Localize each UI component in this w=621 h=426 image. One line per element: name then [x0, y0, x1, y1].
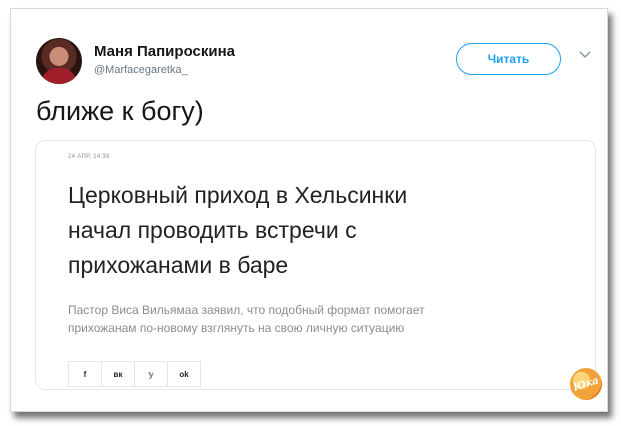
avatar[interactable]	[36, 38, 82, 84]
follow-button[interactable]: Читать	[456, 43, 561, 75]
twitter-icon[interactable]: 𝕪	[134, 361, 168, 387]
author-handle[interactable]: @Marfacegaretka_	[94, 64, 188, 76]
article-date: 24 АПР, 14:38	[68, 154, 110, 160]
article-title[interactable]: Церковный приход в Хельсинки начал прово…	[68, 178, 538, 283]
author-display-name[interactable]: Маня Папироскина	[94, 43, 235, 60]
share-buttons: f вк 𝕪 ok	[68, 361, 201, 387]
share-label-ok: ok	[179, 369, 189, 379]
odnoklassniki-icon[interactable]: ok	[167, 361, 201, 387]
avatar-clothing	[42, 68, 76, 84]
article-lead: Пастор Виса Вильямаа заявил, что подобны…	[68, 303, 425, 335]
share-label-twitter: 𝕪	[148, 369, 154, 379]
tweet-text: ближе к богу)	[36, 96, 204, 126]
facebook-icon[interactable]: f	[68, 361, 102, 387]
share-label-facebook: f	[83, 369, 87, 379]
vk-icon[interactable]: вк	[101, 361, 135, 387]
chevron-down-icon[interactable]	[578, 50, 592, 60]
share-label-vk: вк	[113, 369, 123, 379]
watermark-text: Юка	[571, 374, 601, 394]
article-card[interactable]: 24 АПР, 14:38 Церковный приход в Хельсин…	[35, 140, 596, 390]
